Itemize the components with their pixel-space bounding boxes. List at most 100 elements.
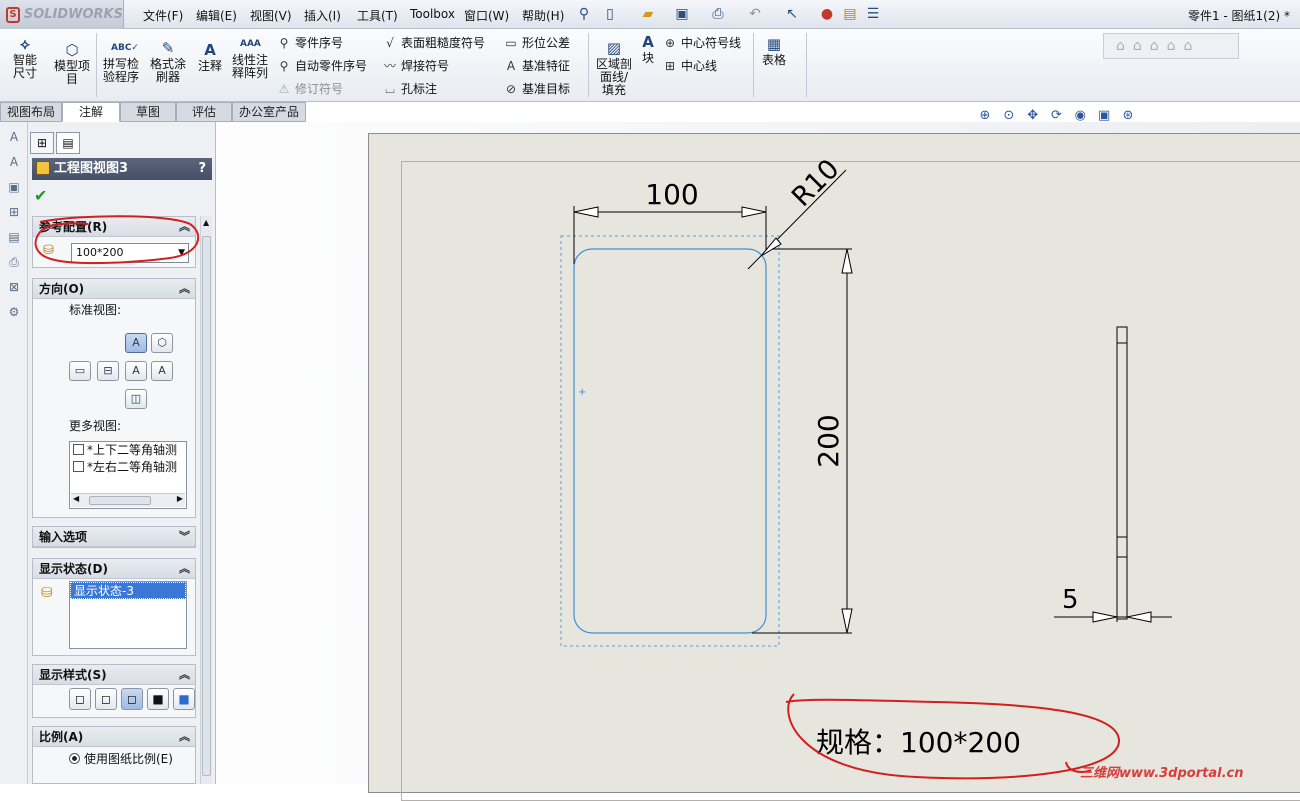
format-painter-button[interactable]: ✎ 格式涂刷器 bbox=[146, 39, 190, 84]
options-icon[interactable]: ☰ bbox=[863, 5, 883, 23]
property-manager-tab[interactable]: ▤ bbox=[56, 132, 80, 154]
orientation-header[interactable]: 方向(O) ︽ bbox=[33, 279, 195, 299]
list-item[interactable]: *左右二等角轴测 bbox=[70, 459, 186, 476]
ok-check-icon[interactable]: ✔ bbox=[34, 186, 47, 205]
geometric-tolerance-button[interactable]: ▭ 形位公差 bbox=[503, 33, 570, 53]
surface-finish-button[interactable]: √ 表面粗糙度符号 bbox=[382, 33, 485, 53]
tab-evaluate[interactable]: 评估 bbox=[176, 102, 232, 122]
scrollbar-thumb[interactable] bbox=[89, 496, 151, 505]
specification-note[interactable]: 规格：100*200 bbox=[816, 726, 1021, 759]
balloon-button[interactable]: ⚲ 零件序号 bbox=[276, 33, 343, 53]
hole-callout-button[interactable]: ⌴ 孔标注 bbox=[382, 79, 437, 99]
scale-header[interactable]: 比例(A) ︽ bbox=[33, 727, 195, 747]
datum-feature-button[interactable]: A 基准特征 bbox=[503, 56, 570, 76]
printer-icon[interactable]: ⎙ bbox=[4, 252, 24, 272]
new-document-icon[interactable]: ▯ bbox=[600, 5, 620, 23]
layout-icon[interactable]: ⊠ bbox=[4, 277, 24, 297]
front-view-button[interactable]: A bbox=[125, 333, 147, 353]
wireframe-style-icon[interactable]: ◻ bbox=[69, 688, 91, 710]
expand-icon[interactable]: ︾ bbox=[179, 527, 190, 547]
menu-help[interactable]: 帮助(H) bbox=[522, 7, 564, 24]
graphics-area[interactable]: ⊕ ⊙ ✥ ⟳ ◉ ▣ ⊛ + 100 R10 200 5 规格：100*200 bbox=[216, 108, 1300, 801]
radio-button[interactable] bbox=[69, 753, 80, 764]
right-view-button[interactable]: A bbox=[125, 361, 147, 381]
shaded-with-edges-icon[interactable]: ■ bbox=[147, 688, 169, 710]
tools-icon[interactable]: ⚙ bbox=[4, 302, 24, 322]
collapse-icon[interactable]: ︽ bbox=[179, 559, 190, 579]
solidworks-logo[interactable]: S SOLIDWORKS bbox=[0, 0, 124, 29]
select-icon[interactable]: ↖ bbox=[782, 5, 802, 23]
tab-annotation[interactable]: 注解 bbox=[62, 102, 120, 122]
side-view[interactable] bbox=[1116, 326, 1128, 620]
use-sheet-scale-option[interactable]: 使用图纸比例(E) bbox=[69, 750, 173, 767]
scroll-right-icon[interactable]: ▶ bbox=[177, 494, 183, 503]
undo-icon[interactable]: ↶ bbox=[745, 5, 765, 23]
note-icon[interactable]: A bbox=[4, 127, 24, 147]
bottom-view-button[interactable]: A bbox=[151, 361, 173, 381]
weld-symbol-button[interactable]: 〰焊接符号 bbox=[382, 56, 449, 76]
library-icon[interactable]: ▤ bbox=[4, 227, 24, 247]
menu-toolbox[interactable]: Toolbox bbox=[410, 7, 455, 21]
menu-file[interactable]: 文件(F) bbox=[143, 7, 183, 24]
menu-insert[interactable]: 插入(I) bbox=[304, 7, 341, 24]
display-style-header[interactable]: 显示样式(S) ︽ bbox=[33, 665, 195, 685]
panel-scrollbar[interactable]: ▲ bbox=[200, 216, 212, 784]
revision-symbol-button[interactable]: ⚠ 修订符号 bbox=[276, 79, 343, 99]
menu-tools[interactable]: 工具(T) bbox=[357, 7, 398, 24]
collapse-icon[interactable]: ︽ bbox=[179, 217, 190, 237]
scroll-left-icon[interactable]: ◀ bbox=[73, 494, 79, 503]
front-view[interactable]: + bbox=[560, 235, 780, 647]
display-state-list[interactable]: 显示状态-3 bbox=[69, 581, 187, 649]
reference-config-header[interactable]: 参考配置(R) ︽ bbox=[33, 217, 195, 237]
smart-dimension-button[interactable]: ⟡ 智能尺寸 bbox=[4, 35, 46, 80]
left-view-button[interactable]: ▭ bbox=[69, 361, 91, 381]
menu-view[interactable]: 视图(V) bbox=[250, 7, 292, 24]
save-icon[interactable]: ▣ bbox=[672, 5, 692, 23]
insert-icon[interactable]: ⊞ bbox=[4, 202, 24, 222]
back-view-button[interactable]: ◫ bbox=[125, 389, 147, 409]
top-view-button[interactable]: ⊟ bbox=[97, 361, 119, 381]
tab-sketch[interactable]: 草图 bbox=[120, 102, 176, 122]
datum-target-button[interactable]: ⊘ 基准目标 bbox=[503, 79, 570, 99]
tab-office-products[interactable]: 办公室产品 bbox=[232, 102, 306, 122]
shaded-icon[interactable]: ■ bbox=[173, 688, 195, 710]
dimension-thickness[interactable]: 5 bbox=[1054, 585, 1172, 623]
collapse-icon[interactable]: ︽ bbox=[179, 665, 190, 685]
import-options-header[interactable]: 输入选项 ︾ bbox=[33, 527, 195, 547]
hidden-lines-visible-icon[interactable]: ◻ bbox=[95, 688, 117, 710]
help-button[interactable]: ? bbox=[198, 158, 206, 180]
auto-balloon-button[interactable]: ⚲ 自动零件序号 bbox=[276, 56, 367, 76]
table-button[interactable]: ▦ 表格 bbox=[758, 35, 790, 67]
block-button[interactable]: A块 bbox=[638, 33, 658, 65]
open-folder-icon[interactable]: ▰ bbox=[638, 5, 658, 23]
hidden-lines-removed-icon[interactable]: ◻ bbox=[121, 688, 143, 710]
scroll-up-icon[interactable]: ▲ bbox=[203, 218, 209, 227]
horizontal-scrollbar[interactable]: ◀ ▶ bbox=[71, 493, 185, 507]
dimension-width[interactable]: 100 bbox=[573, 178, 767, 264]
spell-checker-button[interactable]: ABC✓ 拼写检验程序 bbox=[98, 39, 144, 84]
image-icon[interactable]: ▣ bbox=[4, 177, 24, 197]
list-item[interactable]: *上下二等角轴测 bbox=[70, 442, 186, 459]
linear-note-pattern-button[interactable]: AAA 线性注释阵列 bbox=[228, 35, 272, 80]
center-mark-button[interactable]: ⊕ 中心符号线 bbox=[662, 33, 741, 53]
print-icon[interactable]: ⎙ bbox=[708, 5, 728, 23]
more-views-list[interactable]: *上下二等角轴测 *左右二等角轴测 ◀ ▶ bbox=[69, 441, 187, 509]
collapse-icon[interactable]: ︽ bbox=[179, 279, 190, 299]
pin-icon[interactable]: ⚲ bbox=[574, 5, 594, 23]
model-items-button[interactable]: ⬡ 模型项目 bbox=[50, 41, 94, 86]
checkbox[interactable] bbox=[73, 444, 84, 455]
annotation-icon[interactable]: A bbox=[4, 152, 24, 172]
menu-edit[interactable]: 编辑(E) bbox=[196, 7, 237, 24]
centerline-button[interactable]: ⊞ 中心线 bbox=[662, 56, 717, 76]
feature-tree-tab[interactable]: ⊞ bbox=[30, 132, 54, 154]
isometric-view-button[interactable]: ⬡ bbox=[151, 333, 173, 353]
reference-config-select[interactable]: 100*200 ▼ bbox=[71, 243, 189, 263]
dimension-height[interactable]: 200 bbox=[752, 248, 853, 634]
scrollbar-thumb[interactable] bbox=[202, 236, 211, 776]
note-button[interactable]: A 注释 bbox=[194, 41, 226, 73]
menu-window[interactable]: 窗口(W) bbox=[464, 7, 509, 24]
collapse-icon[interactable]: ︽ bbox=[179, 727, 190, 747]
rebuild-icon[interactable]: ● bbox=[817, 5, 837, 23]
checkbox[interactable] bbox=[73, 461, 84, 472]
file-properties-icon[interactable]: ▤ bbox=[840, 5, 860, 23]
